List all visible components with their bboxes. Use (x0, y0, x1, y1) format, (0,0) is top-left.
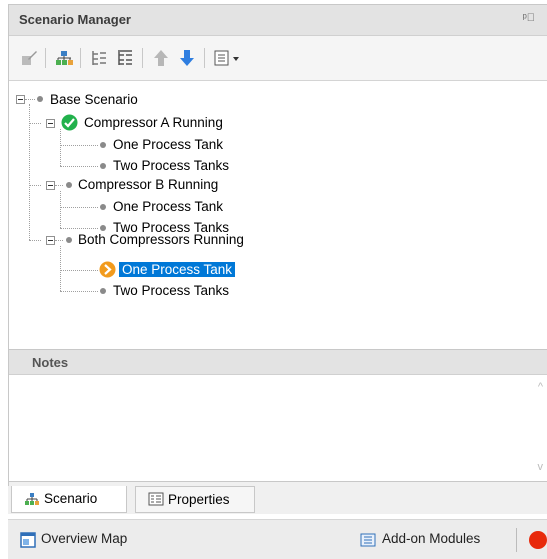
move-down-icon[interactable] (177, 48, 197, 68)
new-child-scenario-icon[interactable] (54, 48, 74, 68)
scenario-dot-icon (37, 96, 43, 102)
tree-item-c-two-tanks[interactable]: Two Process Tanks (110, 280, 232, 301)
tree-connector (55, 185, 63, 186)
tree-item-c-one-tank-selected[interactable]: One Process Tank (119, 259, 236, 280)
tree-connector (60, 129, 61, 166)
scenario-manager-panel: Scenario Manager ᵖ⃓ Base Scenario Compre… (8, 4, 547, 490)
toolbar-separator (80, 48, 81, 68)
tree-connector (60, 191, 61, 228)
scenario-dot-icon (100, 204, 106, 210)
add-on-modules-button[interactable]: Add-on Modules (382, 531, 480, 546)
collapse-toggle[interactable] (16, 95, 25, 104)
notes-textarea[interactable]: ^ v (9, 375, 547, 482)
collapse-icon[interactable] (89, 48, 109, 68)
pin-icon[interactable]: ᵖ⃓ (523, 12, 535, 24)
tree-item-base-scenario[interactable]: Base Scenario (47, 89, 141, 110)
tree-connector (29, 123, 41, 124)
tab-properties-label: Properties (168, 492, 230, 507)
tab-properties[interactable]: Properties (135, 486, 255, 513)
scenario-tree-icon (25, 493, 39, 505)
scenario-tree: Base Scenario Compressor A Running One P… (9, 81, 547, 350)
scroll-up-icon[interactable]: ^ (538, 381, 543, 393)
panel-titlebar: Scenario Manager ᵖ⃓ (9, 5, 547, 36)
tree-connector (25, 99, 35, 100)
current-scenario-arrow-icon (99, 261, 116, 278)
bottom-tabs: Scenario Properties (8, 486, 547, 514)
collapse-toggle[interactable] (46, 119, 55, 128)
properties-icon (148, 492, 164, 506)
tree-item-both-compressors[interactable]: Both Compressors Running (75, 229, 247, 250)
collapse-toggle[interactable] (46, 181, 55, 190)
overview-map-button[interactable]: Overview Map (41, 531, 127, 546)
collapse-toggle[interactable] (46, 236, 55, 245)
scroll-down-icon[interactable]: v (538, 461, 544, 473)
notes-header: Notes (9, 350, 547, 375)
scenario-dot-icon (100, 142, 106, 148)
tree-item-a-one-tank[interactable]: One Process Tank (110, 134, 226, 155)
tab-scenario-label: Scenario (44, 491, 98, 506)
tree-connector (60, 246, 61, 291)
check-circle-icon (61, 114, 78, 131)
scenario-dot-icon (100, 288, 106, 294)
rename-icon[interactable] (19, 48, 39, 68)
notes-title: Notes (32, 355, 69, 370)
tree-connector (60, 291, 98, 292)
tree-connector (29, 104, 30, 240)
tree-item-compressor-a[interactable]: Compressor A Running (81, 112, 226, 133)
status-bar: Overview Map Add-on Modules (8, 519, 547, 559)
expand-icon[interactable] (115, 48, 135, 68)
overview-map-icon (20, 532, 36, 548)
scenario-dot-icon (66, 182, 72, 188)
toolbar-separator (45, 48, 46, 68)
toolbar-separator (142, 48, 143, 68)
panel-title: Scenario Manager (19, 12, 131, 27)
tree-connector (55, 240, 63, 241)
toolbar-separator (204, 48, 205, 68)
tree-item-compressor-b[interactable]: Compressor B Running (75, 174, 221, 195)
tree-connector (29, 240, 41, 241)
scenario-dot-icon (66, 237, 72, 243)
scenario-dot-icon (100, 163, 106, 169)
status-separator (516, 528, 517, 552)
tree-connector (60, 166, 98, 167)
tab-scenario[interactable]: Scenario (11, 486, 127, 513)
add-on-modules-icon (360, 533, 376, 547)
tree-connector (60, 145, 98, 146)
toolbar (9, 36, 547, 81)
move-up-icon[interactable] (151, 48, 171, 68)
tree-connector (29, 185, 41, 186)
status-indicator-icon[interactable] (529, 531, 547, 549)
view-options-icon[interactable] (213, 48, 243, 68)
tree-item-a-two-tanks[interactable]: Two Process Tanks (110, 155, 232, 176)
tree-connector (60, 207, 98, 208)
tree-item-b-one-tank[interactable]: One Process Tank (110, 196, 226, 217)
tree-connector (60, 270, 98, 271)
